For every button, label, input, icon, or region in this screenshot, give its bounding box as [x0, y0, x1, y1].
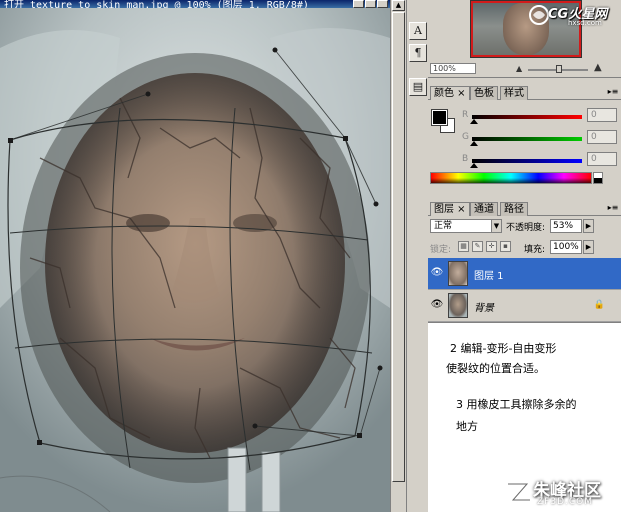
layer-row-background[interactable]: 👁 背景 🔒: [428, 290, 621, 322]
cg-hxsd-logo: CG火星网 hxsd.com: [528, 2, 618, 28]
navigator-zoom-slider[interactable]: [528, 65, 588, 73]
chevron-down-icon[interactable]: ▼: [491, 220, 501, 232]
logo-subtext: hxsd.com: [568, 19, 602, 27]
color-panel-tabs: 颜色 × 色板 样式 ▸≡: [428, 84, 621, 100]
scroll-up-arrow-icon[interactable]: ▲: [392, 0, 405, 11]
channel-r: R 0: [462, 108, 617, 124]
color-panel-body: R 0 G 0 B 0: [428, 100, 621, 190]
scroll-thumb[interactable]: [392, 12, 405, 482]
tab-color[interactable]: 颜色 ×: [430, 86, 470, 100]
watermark-url: ZF3D.COM: [537, 497, 593, 507]
layers-panel: 图层 × 通道 路径 ▸≡ 正常 ▼ 不透明度: 53% ▶ 锁定: ▦ ✎ ✛…: [428, 200, 621, 512]
visibility-eye-icon[interactable]: 👁: [430, 298, 444, 312]
tab-channels[interactable]: 通道: [470, 202, 498, 216]
photoshop-window: 打开 texture_to_skin_man.jpg @ 100% (图层 1,…: [0, 0, 621, 512]
navigator-zoom-field[interactable]: 100%: [430, 63, 476, 74]
lock-transparency-icon[interactable]: ▦: [458, 241, 469, 252]
channel-b-knob[interactable]: [470, 163, 478, 168]
channel-g-label: G: [462, 132, 469, 142]
canvas-vertical-scrollbar[interactable]: ▲: [390, 0, 406, 512]
zoom-in-icon[interactable]: ▲: [594, 62, 602, 73]
tab-paths[interactable]: 路径: [500, 202, 528, 216]
channel-b-input[interactable]: 0: [587, 152, 617, 166]
channel-g: G 0: [462, 130, 617, 146]
channel-b: B 0: [462, 152, 617, 168]
blend-mode-select[interactable]: 正常 ▼: [430, 219, 502, 233]
lock-icon: 🔒: [593, 300, 605, 310]
navigator-panel: CG火星网 hxsd.com 100% ▲ ▲: [428, 0, 621, 78]
channel-r-input[interactable]: 0: [587, 108, 617, 122]
tab-layers[interactable]: 图层 ×: [430, 202, 470, 216]
right-panels: CG火星网 hxsd.com 100% ▲ ▲ 颜色 × 色板 样式 ▸≡ R …: [428, 0, 621, 512]
document-canvas[interactable]: 打开 texture_to_skin_man.jpg @ 100% (图层 1,…: [0, 0, 390, 512]
fill-input[interactable]: 100%: [550, 240, 582, 254]
black-white-ramp[interactable]: [593, 172, 603, 184]
tab-swatches[interactable]: 色板: [470, 86, 498, 100]
layers-panel-tabs: 图层 × 通道 路径 ▸≡: [428, 200, 621, 216]
tab-styles[interactable]: 样式: [500, 86, 528, 100]
panel-menu-icon[interactable]: ▸≡: [607, 87, 619, 97]
layer-thumbnail: [448, 261, 468, 286]
channel-g-knob[interactable]: [470, 141, 478, 146]
document-titlebar[interactable]: 打开 texture_to_skin_man.jpg @ 100% (图层 1,…: [0, 0, 390, 8]
fill-arrow-icon[interactable]: ▶: [583, 240, 594, 254]
color-panel: 颜色 × 色板 样式 ▸≡ R 0 G 0 B 0: [428, 84, 621, 190]
zf3d-logo-icon: [508, 482, 530, 502]
note-step3-line2: 地方: [456, 420, 478, 433]
lock-image-icon[interactable]: ✎: [472, 241, 483, 252]
layers-options: 正常 ▼ 不透明度: 53% ▶ 锁定: ▦ ✎ ✛ ▪ 填充: 100% ▶: [428, 216, 621, 258]
layer-thumbnail: [448, 293, 468, 318]
text-type-icon[interactable]: A: [409, 22, 427, 40]
lock-all-icon[interactable]: ▪: [500, 241, 511, 252]
close-button[interactable]: [377, 0, 388, 8]
color-spectrum-ramp[interactable]: [430, 172, 592, 184]
channel-r-knob[interactable]: [470, 119, 478, 124]
minimize-button[interactable]: [353, 0, 364, 8]
titlebar-buttons: [353, 0, 388, 8]
left-eye: [126, 214, 170, 232]
opacity-arrow-icon[interactable]: ▶: [583, 219, 594, 233]
channel-b-label: B: [462, 154, 469, 164]
channel-g-input[interactable]: 0: [587, 130, 617, 144]
logo-icon: [529, 5, 549, 25]
history-icon[interactable]: ▤: [409, 78, 427, 96]
visibility-eye-icon[interactable]: 👁: [430, 266, 444, 280]
lock-label: 锁定:: [430, 245, 452, 255]
face-photo-with-warp-mesh[interactable]: [0, 8, 390, 512]
foreground-color-swatch[interactable]: [431, 109, 448, 126]
lock-position-icon[interactable]: ✛: [486, 241, 497, 252]
zoom-slider-knob[interactable]: [556, 65, 562, 73]
channel-g-slider[interactable]: [472, 137, 582, 141]
channel-r-label: R: [462, 110, 469, 120]
paragraph-icon[interactable]: ¶: [409, 44, 427, 62]
maximize-button[interactable]: [365, 0, 376, 8]
note-step2-line1: 2 编辑-变形-自由变形: [450, 342, 557, 355]
document-title: 打开 texture_to_skin_man.jpg @ 100% (图层 1,…: [4, 0, 309, 8]
layer-name[interactable]: 图层 1: [474, 267, 504, 282]
channel-r-slider[interactable]: [472, 115, 582, 119]
channel-b-slider[interactable]: [472, 159, 582, 163]
layers-panel-menu-icon[interactable]: ▸≡: [607, 203, 619, 213]
opacity-label: 不透明度:: [506, 223, 546, 233]
zf3d-watermark: 朱峰社区 ZF3D.COM: [505, 476, 617, 510]
layer-name[interactable]: 背景: [474, 299, 494, 314]
fill-label: 填充:: [524, 245, 546, 255]
zoom-out-icon[interactable]: ▲: [516, 64, 522, 73]
collapsed-panel-dock: A ¶ ▤: [406, 0, 428, 512]
opacity-input[interactable]: 53%: [550, 219, 582, 233]
note-step3-line1: 3 用橡皮工具擦除多余的: [456, 398, 577, 411]
layer-row-layer1[interactable]: 👁 图层 1: [428, 258, 621, 290]
note-step2-line2: 使裂纹的位置合适。: [446, 362, 545, 375]
blend-mode-value: 正常: [434, 221, 453, 231]
